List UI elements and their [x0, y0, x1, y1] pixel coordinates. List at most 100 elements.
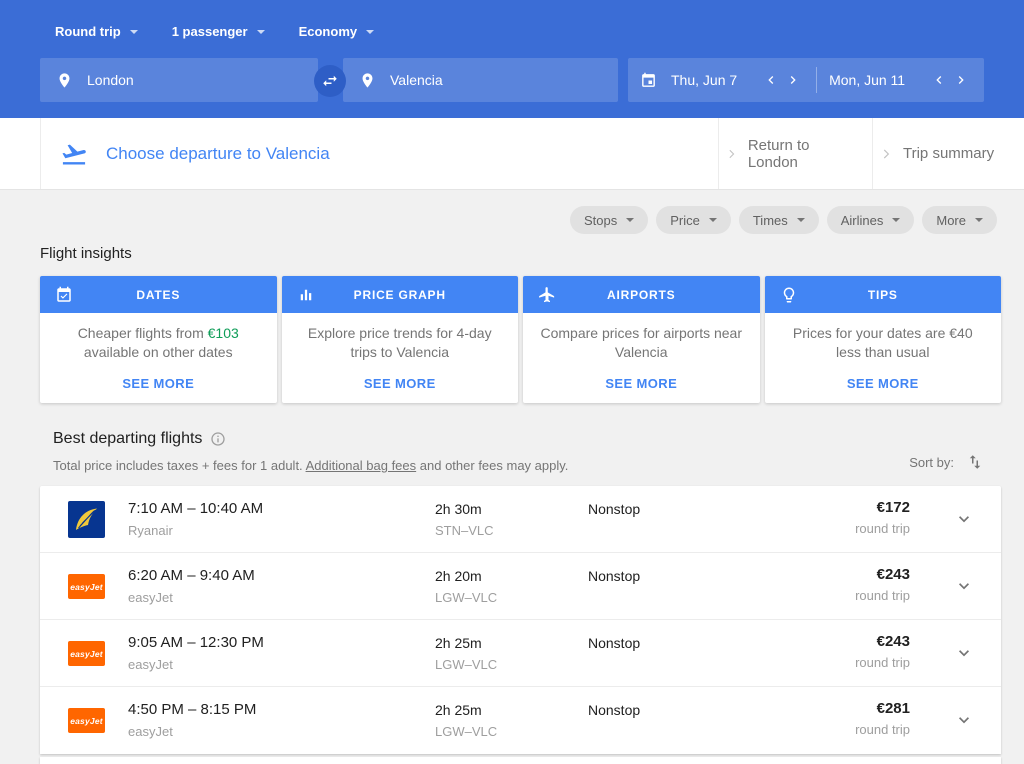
flight-price: €281	[855, 700, 910, 717]
destination-field[interactable]: Valencia	[343, 58, 618, 102]
chevron-down-icon	[130, 30, 138, 34]
flight-route: LGW–VLC	[435, 724, 497, 739]
chevron-down-icon	[797, 218, 805, 222]
chevron-down-icon	[626, 218, 634, 222]
easyjet-logo: easyJet	[68, 641, 105, 666]
location-pin-icon	[359, 72, 376, 89]
flight-route: LGW–VLC	[435, 590, 497, 605]
flight-airline: Ryanair	[128, 523, 173, 538]
divider	[40, 118, 41, 189]
chevron-down-icon	[954, 509, 974, 529]
filter-label: More	[936, 213, 966, 228]
divider	[816, 67, 817, 93]
lightbulb-icon	[780, 286, 798, 304]
flight-duration: 2h 20m	[435, 568, 482, 584]
flight-duration: 2h 25m	[435, 635, 482, 651]
return-date-prev-button[interactable]	[928, 69, 950, 91]
flight-price-column: €281 round trip	[855, 700, 910, 737]
info-icon[interactable]	[210, 431, 226, 447]
cabin-class-label: Economy	[299, 24, 358, 39]
passengers-dropdown[interactable]: 1 passenger	[172, 24, 265, 39]
filter-stops[interactable]: Stops	[570, 206, 648, 234]
filter-times[interactable]: Times	[739, 206, 819, 234]
easyjet-wordmark: easyJet	[70, 716, 103, 726]
sort-arrows-icon[interactable]	[966, 453, 984, 471]
filter-more[interactable]: More	[922, 206, 997, 234]
step-label: Return to London	[748, 137, 854, 171]
see-more-link[interactable]: SEE MORE	[765, 376, 1002, 391]
flight-results-list: 7:10 AM – 10:40 AM Ryanair 2h 30m STN–VL…	[40, 486, 1001, 754]
chevron-right-icon	[879, 147, 893, 161]
insight-card-tips: TIPS Prices for your dates are €40 less …	[765, 276, 1002, 403]
step-return-to-london[interactable]: Return to London	[718, 118, 872, 189]
card-body: Explore price trends for 4-day trips to …	[282, 324, 519, 362]
expand-row-button[interactable]	[954, 509, 974, 529]
flight-row[interactable]: 7:10 AM – 10:40 AM Ryanair 2h 30m STN–VL…	[40, 486, 1001, 553]
flight-times: 9:05 AM – 12:30 PM	[128, 634, 264, 651]
bag-fees-link[interactable]: Additional bag fees	[306, 458, 417, 473]
filter-label: Times	[753, 213, 788, 228]
filter-price[interactable]: Price	[656, 206, 731, 234]
flight-stops: Nonstop	[588, 635, 640, 651]
flight-price-column: €243 round trip	[855, 566, 910, 603]
filter-airlines[interactable]: Airlines	[827, 206, 915, 234]
plane-takeoff-icon	[60, 140, 88, 168]
calendar-icon	[640, 72, 657, 89]
expand-row-button[interactable]	[954, 576, 974, 596]
price-highlight: €103	[208, 325, 239, 341]
depart-date-next-button[interactable]	[782, 69, 804, 91]
return-date-next-button[interactable]	[950, 69, 972, 91]
page-title: Choose departure to Valencia	[106, 144, 330, 164]
filter-bar: Stops Price Times Airlines More	[570, 206, 997, 234]
see-more-link[interactable]: SEE MORE	[282, 376, 519, 391]
flight-price-column: €172 round trip	[855, 499, 910, 536]
cabin-class-dropdown[interactable]: Economy	[299, 24, 375, 39]
flight-airline: easyJet	[128, 657, 173, 672]
flight-row[interactable]: easyJet 9:05 AM – 12:30 PM easyJet 2h 25…	[40, 620, 1001, 687]
sort-label: Sort by:	[909, 455, 954, 470]
swap-arrows-icon	[321, 72, 339, 90]
flight-price-note: round trip	[855, 588, 910, 603]
calendar-check-icon	[55, 286, 73, 304]
flight-stops: Nonstop	[588, 568, 640, 584]
see-more-link[interactable]: SEE MORE	[523, 376, 760, 391]
see-more-link[interactable]: SEE MORE	[40, 376, 277, 391]
dates-field[interactable]: Thu, Jun 7 Mon, Jun 11	[628, 58, 984, 102]
flight-row[interactable]: easyJet 4:50 PM – 8:15 PM easyJet 2h 25m…	[40, 687, 1001, 754]
chevron-down-icon	[954, 576, 974, 596]
origin-field[interactable]: London	[40, 58, 318, 102]
subtitle-text: and other fees may apply.	[416, 458, 568, 473]
insight-card-price-graph: PRICE GRAPH Explore price trends for 4-d…	[282, 276, 519, 403]
card-header: TIPS	[765, 276, 1002, 313]
depart-date-value: Thu, Jun 7	[671, 72, 737, 88]
card-title: DATES	[136, 288, 180, 302]
card-text: available on other dates	[84, 344, 233, 360]
swap-origin-destination-button[interactable]	[314, 65, 346, 97]
flight-stops: Nonstop	[588, 702, 640, 718]
chevron-left-icon	[763, 72, 779, 88]
expand-row-button[interactable]	[954, 643, 974, 663]
chevron-right-icon	[725, 147, 738, 161]
card-body: Cheaper flights from €103 available on o…	[40, 324, 277, 362]
flight-price: €172	[855, 499, 910, 516]
filter-label: Airlines	[841, 213, 884, 228]
flight-stops: Nonstop	[588, 501, 640, 517]
chevron-down-icon	[954, 643, 974, 663]
flight-price-note: round trip	[855, 655, 910, 670]
trip-options: Round trip 1 passenger Economy	[55, 24, 374, 39]
flight-row[interactable]: easyJet 6:20 AM – 9:40 AM easyJet 2h 20m…	[40, 553, 1001, 620]
origin-value: London	[87, 72, 134, 88]
flight-times: 6:20 AM – 9:40 AM	[128, 567, 255, 584]
step-trip-summary[interactable]: Trip summary	[872, 118, 1024, 189]
sort-control: Sort by:	[909, 453, 984, 471]
flight-times: 7:10 AM – 10:40 AM	[128, 500, 263, 517]
card-header: AIRPORTS	[523, 276, 760, 313]
best-flights-heading: Best departing flights	[53, 430, 226, 448]
trip-type-dropdown[interactable]: Round trip	[55, 24, 138, 39]
card-header: PRICE GRAPH	[282, 276, 519, 313]
depart-date-prev-button[interactable]	[760, 69, 782, 91]
card-title: TIPS	[868, 288, 898, 302]
expand-row-button[interactable]	[954, 710, 974, 730]
easyjet-wordmark: easyJet	[70, 582, 103, 592]
chevron-down-icon	[892, 218, 900, 222]
